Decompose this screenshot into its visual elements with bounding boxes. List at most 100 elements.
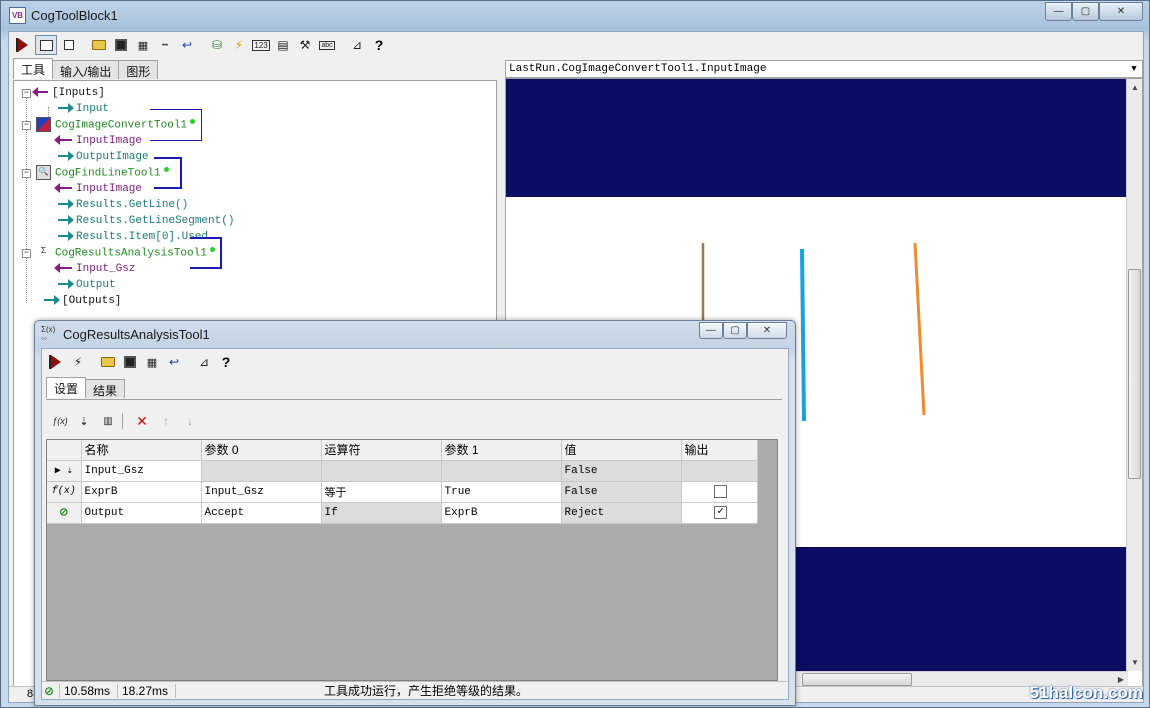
text-button[interactable]: abc	[317, 35, 337, 55]
list-button[interactable]: ▤	[273, 35, 293, 55]
grid-button[interactable]: ▦	[133, 35, 153, 55]
output-checkbox[interactable]	[714, 484, 727, 498]
tree-node-findline-out2[interactable]: Results.GetLineSegment()	[58, 213, 234, 229]
dialog-help-button[interactable]: ?	[216, 352, 236, 372]
tree-node-findline-tool[interactable]: 🔍 CogFindLineTool1	[36, 165, 169, 181]
tools-button[interactable]: ⚒	[295, 35, 315, 55]
tree-node-inputs[interactable]: [Inputs]	[32, 85, 105, 101]
ruler-icon: ⊿	[198, 355, 210, 369]
dialog-open-button[interactable]	[98, 352, 118, 372]
table-row[interactable]: f(x) ExprB Input_Gsz 等于 True False	[47, 481, 758, 503]
chevron-down-icon[interactable]: ▼	[1126, 61, 1142, 77]
tree-node-convert-output[interactable]: OutputImage	[58, 149, 149, 165]
expander[interactable]: −	[22, 169, 31, 178]
column-header[interactable]: 名称	[81, 440, 202, 461]
dialog-minimize-button[interactable]: —	[699, 322, 723, 339]
status-time-2: 18.27ms	[118, 683, 176, 698]
column-header[interactable]: 参数 0	[201, 440, 322, 461]
tab-io[interactable]: 输入/输出	[52, 60, 120, 79]
main-titlebar[interactable]: VB CogToolBlock1 — ▢ ✕	[1, 1, 1149, 31]
add-multiple-button[interactable]: ▥	[98, 411, 118, 431]
tree-node-findline-out3[interactable]: Results.Item[0].Used	[58, 229, 208, 245]
cell-name[interactable]: ExprB	[81, 481, 202, 503]
tab-results[interactable]: 结果	[85, 379, 126, 398]
cell-param0[interactable]: Input_Gsz	[201, 481, 322, 503]
image-selector[interactable]: LastRun.CogImageConvertTool1.InputImage …	[505, 60, 1143, 78]
table-row[interactable]: ⊘ Output Accept If ExprB Reject ✓	[47, 502, 758, 524]
cell-param1[interactable]: True	[441, 481, 562, 503]
cell-output[interactable]	[681, 481, 758, 503]
reset-button[interactable]	[59, 35, 79, 55]
close-button[interactable]: ✕	[1099, 2, 1143, 21]
delete-button[interactable]: ✕	[132, 411, 152, 431]
tree-node-analysis-output[interactable]: Output	[58, 277, 116, 293]
table-row[interactable]: ▶ ⇣ Input_Gsz False	[47, 460, 758, 482]
dialog-run-button[interactable]	[46, 352, 66, 372]
add-input-button[interactable]: ⇣	[74, 411, 94, 431]
row-marker[interactable]: f(x)	[47, 481, 82, 503]
cell-param0	[201, 460, 322, 482]
output-checkbox[interactable]: ✓	[714, 505, 727, 519]
dialog-close-button[interactable]: ✕	[747, 322, 787, 339]
add-expression-button[interactable]: ƒ(x)	[50, 411, 70, 431]
cell-param1[interactable]: ExprB	[441, 502, 562, 524]
scroll-up-icon[interactable]: ▲	[1131, 83, 1139, 92]
column-header[interactable]: 输出	[681, 440, 758, 461]
number-button[interactable]: 123	[251, 35, 271, 55]
horizontal-scroll-thumb[interactable]	[802, 673, 912, 686]
tree-node-findline-out1[interactable]: Results.GetLine()	[58, 197, 188, 213]
expander[interactable]: −	[22, 249, 31, 258]
cell-name[interactable]: Input_Gsz	[81, 460, 202, 482]
dialog-settings-button[interactable]: ⊿	[194, 352, 214, 372]
dialog-undo-button[interactable]: ↩	[164, 352, 184, 372]
dialog-lightning-button[interactable]: ⚡	[68, 352, 88, 372]
tree-node-analysis-input[interactable]: Input_Gsz	[54, 261, 135, 277]
tree-node-findline-input[interactable]: InputImage	[54, 181, 142, 197]
row-marker[interactable]: ⊘	[47, 502, 82, 524]
image-vertical-scrollbar[interactable]: ▲ ▼	[1126, 79, 1142, 671]
settings-button[interactable]: ⊿	[347, 35, 367, 55]
tree-node-input[interactable]: Input	[58, 101, 109, 117]
toolbar-separator	[81, 35, 87, 55]
image-selector-value: LastRun.CogImageConvertTool1.InputImage	[509, 63, 767, 75]
expander[interactable]: −	[22, 121, 31, 130]
minimize-button[interactable]: —	[1045, 2, 1072, 21]
move-down-button[interactable]: ↓	[180, 411, 200, 431]
cell-param0[interactable]: Accept	[201, 502, 322, 524]
tree-node-convert-input[interactable]: InputImage	[54, 133, 142, 149]
open-button[interactable]	[89, 35, 109, 55]
help-button[interactable]: ?	[369, 35, 389, 55]
question-icon: ?	[374, 37, 384, 53]
expander[interactable]: −	[22, 89, 31, 98]
maximize-button[interactable]: ▢	[1072, 2, 1099, 21]
status-time-1: 10.58ms	[60, 683, 118, 698]
tree-node-analysis-tool[interactable]: Σ CogResultsAnalysisTool1	[36, 245, 215, 261]
row-marker[interactable]: ▶ ⇣	[47, 460, 82, 482]
move-up-button[interactable]: ↑	[156, 411, 176, 431]
column-header[interactable]: 参数 1	[441, 440, 562, 461]
database-button[interactable]: ⛁	[207, 35, 227, 55]
dots-button[interactable]: ┅	[155, 35, 175, 55]
save-button[interactable]	[111, 35, 131, 55]
scroll-down-icon[interactable]: ▼	[1131, 658, 1139, 667]
arrow-up-icon: ↑	[163, 414, 169, 428]
tab-graphics[interactable]: 图形	[118, 60, 159, 79]
tree-node-outputs[interactable]: [Outputs]	[44, 293, 121, 309]
dialog-maximize-button[interactable]: ▢	[723, 322, 747, 339]
continuous-run-button[interactable]	[35, 35, 57, 55]
tab-tools[interactable]: 工具	[13, 58, 54, 79]
tab-settings[interactable]: 设置	[46, 377, 87, 398]
cell-operator[interactable]: 等于	[321, 481, 442, 503]
run-button[interactable]	[13, 35, 33, 55]
toolbar-separator	[122, 413, 128, 429]
cell-name[interactable]: Output	[81, 502, 202, 524]
column-header[interactable]: 运算符	[321, 440, 442, 461]
vertical-scroll-thumb[interactable]	[1128, 269, 1141, 479]
dialog-grid-button[interactable]: ▦	[142, 352, 162, 372]
cell-output[interactable]: ✓	[681, 502, 758, 524]
dialog-title[interactable]: CogResultsAnalysisTool1	[63, 327, 210, 342]
column-header[interactable]: 值	[561, 440, 682, 461]
dialog-save-button[interactable]	[120, 352, 140, 372]
lightning-button[interactable]: ⚡	[229, 35, 249, 55]
undo-button[interactable]: ↩	[177, 35, 197, 55]
